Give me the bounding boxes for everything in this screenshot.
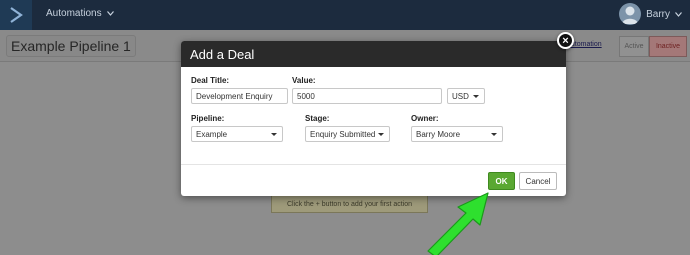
pipeline-label: Pipeline: — [191, 114, 225, 123]
user-menu[interactable]: Barry — [619, 3, 682, 25]
cancel-button[interactable]: Cancel — [519, 172, 557, 190]
app-logo[interactable] — [0, 0, 32, 30]
chevron-down-icon — [106, 11, 114, 16]
add-deal-modal: Add a Deal Deal Title: Development Enqui… — [181, 41, 566, 196]
status-active-button[interactable]: Active — [619, 36, 649, 57]
caret-down-icon — [491, 132, 497, 136]
user-avatar-icon — [622, 6, 639, 24]
caret-down-icon — [378, 132, 384, 136]
green-arrow-icon — [427, 192, 489, 255]
close-icon: × — [562, 34, 569, 47]
logo-chevron-icon — [10, 7, 23, 23]
value-label: Value: — [292, 76, 316, 85]
currency-value: USD — [452, 91, 469, 101]
caret-down-icon — [271, 132, 277, 136]
automations-menu[interactable]: Automations — [46, 8, 114, 19]
user-name: Barry — [646, 8, 670, 20]
value-input[interactable]: 5000 — [292, 88, 442, 104]
chevron-down-icon — [675, 11, 682, 17]
stage-value: Enquiry Submitted — [310, 129, 376, 139]
value-input-text: 5000 — [297, 91, 315, 101]
deal-title-input[interactable]: Development Enquiry — [191, 88, 288, 104]
close-modal-button[interactable]: × — [557, 32, 574, 49]
status-toggle: Active Inactive — [619, 36, 687, 57]
deal-title-value: Development Enquiry — [196, 91, 273, 101]
owner-select[interactable]: Barry Moore — [411, 126, 503, 142]
modal-footer: OK Cancel — [181, 164, 566, 196]
top-navigation-bar: Automations Barry — [0, 0, 690, 30]
stage-label: Stage: — [305, 114, 330, 123]
automations-menu-label: Automations — [46, 8, 102, 19]
status-inactive-button[interactable]: Inactive — [649, 36, 687, 57]
avatar — [619, 3, 642, 25]
modal-title: Add a Deal — [190, 46, 255, 62]
add-first-action-hint[interactable]: Click the + button to add your first act… — [271, 195, 428, 213]
pipeline-select[interactable]: Example — [191, 126, 283, 142]
stage-select[interactable]: Enquiry Submitted — [305, 126, 390, 142]
caret-down-icon — [473, 94, 479, 98]
modal-header: Add a Deal — [181, 41, 566, 67]
currency-select[interactable]: USD — [447, 88, 485, 104]
owner-label: Owner: — [411, 114, 439, 123]
owner-value: Barry Moore — [416, 129, 461, 139]
deal-title-label: Deal Title: — [191, 76, 230, 85]
pipeline-value: Example — [196, 129, 228, 139]
pipeline-title[interactable]: Example Pipeline 1 — [6, 35, 136, 57]
